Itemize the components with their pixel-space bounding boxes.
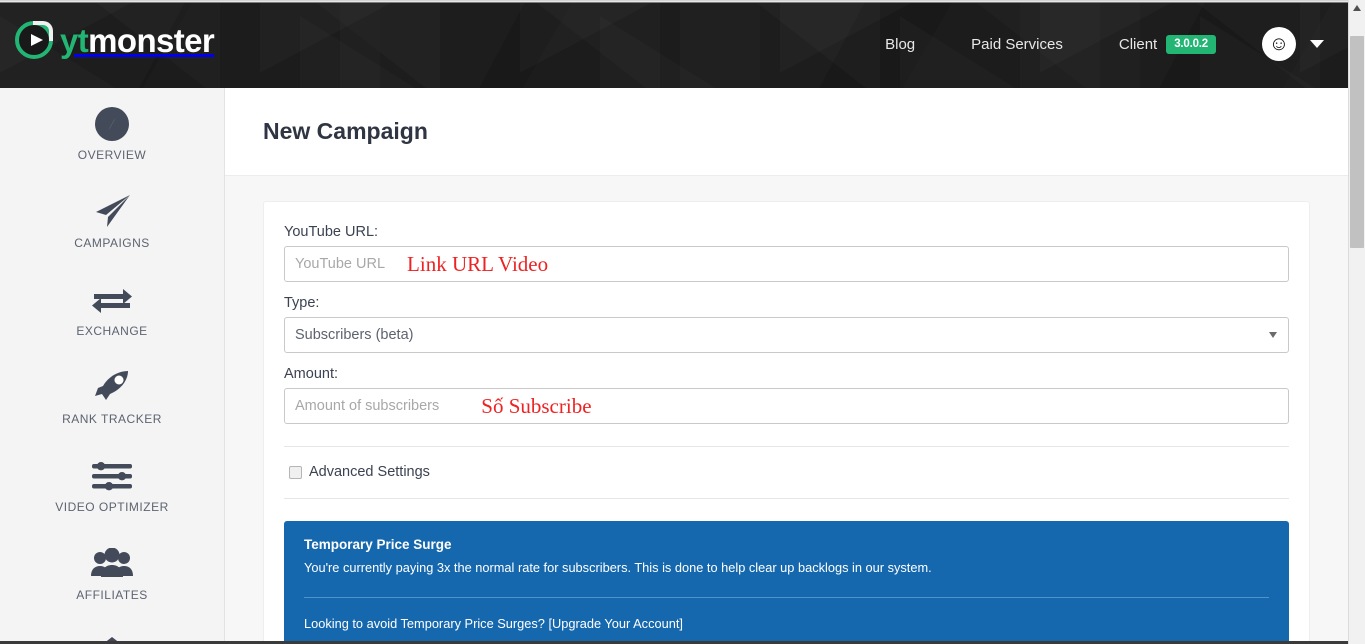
sidebar-item-label: OVERVIEW [77, 148, 147, 162]
page-viewport: ytmonster Blog Paid Services Client 3.0.… [0, 0, 1348, 644]
alert-footer[interactable]: Looking to avoid Temporary Price Surges?… [304, 616, 1269, 631]
alert-text: You're currently paying 3x the normal ra… [304, 560, 932, 575]
sliders-icon [90, 456, 134, 496]
site-header: ytmonster Blog Paid Services Client 3.0.… [0, 0, 1348, 88]
play-circle-icon [15, 21, 53, 59]
amount-label: Amount: [284, 366, 338, 382]
nav-client-label: Client [1118, 35, 1158, 53]
avatar-emblem-icon: ☺ [1268, 33, 1290, 55]
sidebar-item-exchange[interactable]: EXCHANGE [0, 264, 224, 352]
annotation-so-subscribe: Số Subscribe [481, 393, 592, 418]
sidebar-item-video-optimizer[interactable]: VIDEO OPTIMIZER [0, 440, 224, 528]
new-campaign-form-card: YouTube URL: YouTube URL Link URL Video … [263, 201, 1310, 644]
main-content: New Campaign YouTube URL: YouTube URL Li… [225, 88, 1348, 644]
alert-title: Temporary Price Surge [304, 537, 452, 552]
amount-input[interactable]: Amount of subscribers Số Subscribe [284, 388, 1289, 424]
field-type: Type: Subscribers (beta) [284, 295, 1289, 353]
sidebar-item-affiliates[interactable]: AFFILIATES [0, 528, 224, 616]
nav-client[interactable]: Client 3.0.0.2 [1091, 34, 1236, 54]
scroll-up-arrow-icon[interactable] [1353, 5, 1361, 11]
field-amount: Amount: Amount of subscribers Số Subscri… [284, 366, 1289, 424]
alert-divider [304, 597, 1269, 599]
exchange-arrows-icon [91, 280, 133, 320]
scrollbar-thumb[interactable] [1350, 36, 1364, 248]
advanced-settings-row[interactable]: Advanced Settings [284, 447, 1289, 498]
amount-placeholder: Amount of subscribers [295, 398, 440, 414]
sidebar-item-label: RANK TRACKER [62, 412, 162, 426]
youtube-url-input[interactable]: YouTube URL Link URL Video [284, 246, 1289, 282]
client-version-badge: 3.0.0.2 [1166, 34, 1216, 54]
vertical-scrollbar[interactable] [1348, 0, 1365, 644]
sidebar-item-campaigns[interactable]: CAMPAIGNS [0, 176, 224, 264]
compass-icon [94, 104, 130, 144]
rocket-icon [92, 368, 132, 408]
nav-paid-services[interactable]: Paid Services [943, 36, 1091, 53]
browser-window: ytmonster Blog Paid Services Client 3.0.… [0, 0, 1365, 644]
top-navigation: Blog Paid Services Client 3.0.0.2 ☺ [857, 0, 1324, 88]
sidebar-item-overview[interactable]: OVERVIEW [0, 88, 224, 176]
type-selected-value: Subscribers (beta) [295, 327, 414, 343]
brand-name-yt: yt [60, 21, 89, 59]
sidebar: OVERVIEW CAMPAIGNS EXCHANGE RANK TRACKER… [0, 88, 225, 644]
people-group-icon [90, 544, 134, 584]
form-divider-bottom [284, 498, 1289, 499]
youtube-url-placeholder: YouTube URL [295, 256, 386, 272]
advanced-settings-label: Advanced Settings [309, 464, 430, 480]
type-label: Type: [284, 295, 320, 311]
upgrade-account-link[interactable]: Looking to avoid Temporary Price Surges?… [304, 616, 683, 631]
type-select[interactable]: Subscribers (beta) [284, 317, 1289, 353]
field-youtube-url: YouTube URL: YouTube URL Link URL Video [284, 224, 1289, 282]
sidebar-item-label: AFFILIATES [76, 588, 148, 602]
annotation-link-url-video: Link URL Video [407, 251, 549, 276]
user-menu[interactable]: ☺ [1236, 27, 1324, 61]
brand-name-monster: monster [88, 21, 215, 59]
sidebar-item-rank-tracker[interactable]: RANK TRACKER [0, 352, 224, 440]
chevron-down-icon[interactable] [1310, 40, 1324, 48]
sidebar-item-label: EXCHANGE [76, 324, 148, 338]
youtube-url-label: YouTube URL: [284, 224, 379, 240]
page-title: New Campaign [263, 118, 428, 144]
advanced-settings-checkbox[interactable] [289, 465, 302, 479]
nav-blog[interactable]: Blog [857, 36, 943, 53]
avatar[interactable]: ☺ [1262, 27, 1296, 61]
chevron-down-icon[interactable] [1269, 332, 1277, 338]
sidebar-item-next[interactable] [0, 616, 224, 644]
brand-logo-text: ytmonster [60, 21, 215, 59]
paper-plane-icon [92, 192, 132, 232]
sidebar-item-label: CAMPAIGNS [74, 236, 150, 250]
sidebar-item-label: VIDEO OPTIMIZER [55, 500, 169, 514]
price-surge-alert: Temporary Price Surge You're currently p… [284, 521, 1289, 644]
page-header: New Campaign [225, 88, 1348, 176]
brand-logo[interactable]: ytmonster [15, 21, 215, 59]
